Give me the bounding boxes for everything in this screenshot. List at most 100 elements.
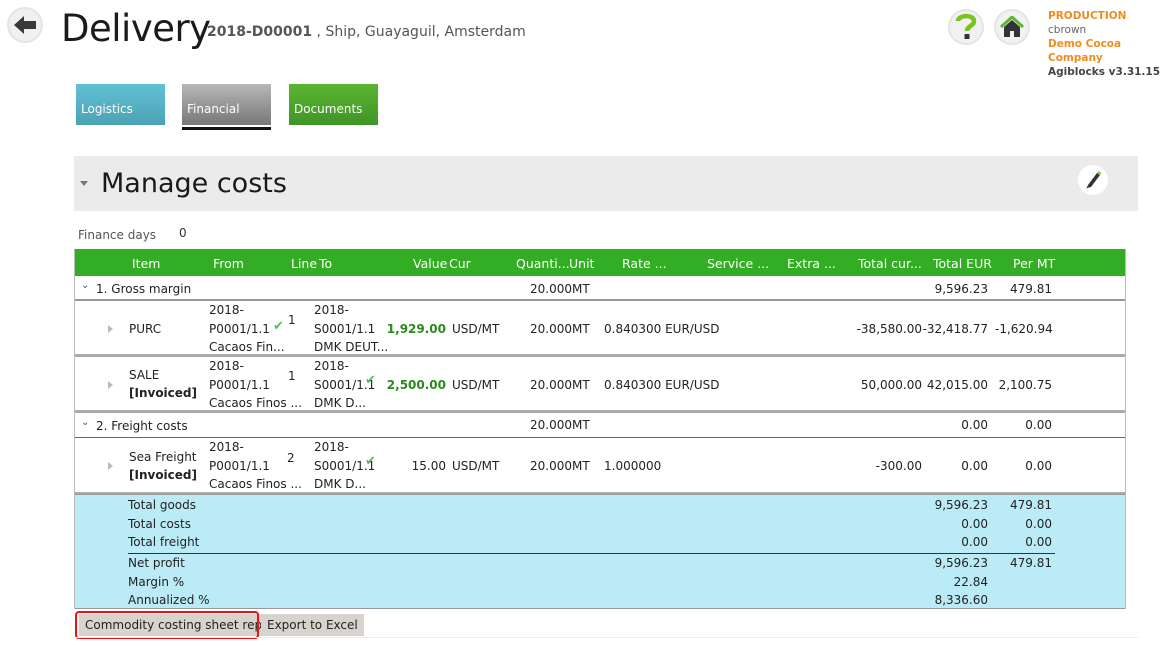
rate-cell: 0.840300 EUR/USD <box>604 322 720 336</box>
active-tab-indicator <box>182 127 271 130</box>
col-header-item[interactable]: Item <box>132 256 160 271</box>
total-eur-cell: 42,015.00 <box>926 378 988 392</box>
col-header-total-eur[interactable]: Total EUR <box>933 256 992 271</box>
tab-financial[interactable]: Financial <box>182 84 271 125</box>
value-cell[interactable]: 1,929.00 <box>375 322 446 336</box>
group-per-mt: 479.81 <box>1010 282 1052 296</box>
grid-header: Item From Line To Value Cur Quanti... Un… <box>75 249 1125 276</box>
table-row[interactable]: Sea Freight [Invoiced] 2018- P0001/1.1 C… <box>75 438 1125 494</box>
unit-cell: MT <box>572 459 590 473</box>
export-to-excel-button[interactable]: Export to Excel <box>261 614 364 636</box>
rate-cell: 0.840300 EUR/USD <box>604 378 720 392</box>
quantity-cell: 20.000 <box>530 322 572 336</box>
unit-cell: MT <box>572 378 590 392</box>
total-eur-cell: -32,418.77 <box>922 322 988 336</box>
from-party: Cacaos Finos ... <box>209 477 302 491</box>
rate-cell: 1.000000 <box>604 459 662 473</box>
annualized-value: 8,336.60 <box>934 593 988 607</box>
finance-days-label: Finance days <box>78 228 157 242</box>
environment-info: PRODUCTION cbrown Demo Cocoa Company Agi… <box>1048 9 1170 79</box>
group-per-mt: 0.00 <box>1025 418 1052 432</box>
from-cell[interactable]: 2018- P0001/1.1 Cacaos Finos ... <box>209 438 302 494</box>
col-header-total-cur[interactable]: Total cur... <box>858 256 922 271</box>
footer-divider <box>74 637 1138 638</box>
costs-grid: Item From Line To Value Cur Quanti... Un… <box>74 249 1126 609</box>
group-row[interactable]: ⌄ 1. Gross margin 20.000 MT 9,596.23 479… <box>75 276 1125 301</box>
tab-documents[interactable]: Documents <box>289 84 378 125</box>
from-year: 2018- <box>209 303 244 317</box>
delivery-subtitle: 2018-D00001 , Ship, Guayaguil, Amsterdam <box>207 24 526 40</box>
collapse-triangle-icon[interactable] <box>80 181 88 186</box>
line-number: 1 <box>288 313 296 327</box>
to-party: DMK DEUT... <box>314 340 389 354</box>
total-goods-label: Total goods <box>128 498 197 512</box>
home-button[interactable] <box>994 9 1030 45</box>
value-cell[interactable]: 15.00 <box>375 459 446 473</box>
section-title: Manage costs <box>101 168 287 199</box>
value-cell[interactable]: 2,500.00 <box>375 378 446 392</box>
expand-row-icon[interactable] <box>108 462 113 470</box>
expand-row-icon[interactable] <box>108 381 113 389</box>
edit-button[interactable] <box>1078 165 1108 195</box>
margin-label: Margin % <box>128 575 185 589</box>
col-header-from[interactable]: From <box>213 256 244 271</box>
net-profit-eur: 9,596.23 <box>934 556 988 570</box>
group-row[interactable]: ⌄ 2. Freight costs 20.000 MT 0.00 0.00 <box>75 413 1125 438</box>
to-party: DMK D... <box>314 477 366 491</box>
tab-logistics[interactable]: Logistics <box>76 84 165 125</box>
col-header-per-mt[interactable]: Per MT <box>1013 256 1055 271</box>
user-name: cbrown <box>1048 24 1087 36</box>
finance-days-value[interactable]: 0 <box>179 226 187 240</box>
from-cell[interactable]: 2018- P0001/1.1 Cacaos Finos ... <box>209 357 302 413</box>
help-button[interactable] <box>948 9 984 45</box>
currency-cell: USD/MT <box>452 459 500 473</box>
to-year: 2018- <box>314 303 349 317</box>
group-unit: MT <box>572 282 590 296</box>
net-profit-label: Net profit <box>128 556 185 570</box>
col-header-quantity[interactable]: Quanti... <box>516 256 570 271</box>
total-goods-eur: 9,596.23 <box>934 498 988 512</box>
quantity-cell: 20.000 <box>530 459 572 473</box>
currency-cell: USD/MT <box>452 378 500 392</box>
back-button[interactable] <box>7 7 43 43</box>
group-quantity: 20.000 <box>530 418 572 432</box>
total-freight-eur: 0.00 <box>961 535 988 549</box>
pencil-icon <box>1086 171 1102 189</box>
total-goods-per-mt: 479.81 <box>1010 498 1052 512</box>
col-header-line[interactable]: Line <box>291 256 317 271</box>
group-total-eur: 0.00 <box>961 418 988 432</box>
total-cur-cell: 50,000.00 <box>860 378 922 392</box>
app-version: Agiblocks v3.31.15 <box>1048 66 1161 78</box>
total-freight-per-mt: 0.00 <box>1025 535 1052 549</box>
total-costs-label: Total costs <box>128 517 191 531</box>
totals-divider <box>128 553 1055 554</box>
table-row[interactable]: SALE [Invoiced] 2018- P0001/1.1 Cacaos F… <box>75 357 1125 413</box>
col-header-service[interactable]: Service ... <box>707 256 769 271</box>
group-label: 1. Gross margin <box>96 282 192 296</box>
line-number: 1 <box>288 369 296 383</box>
chevron-down-icon[interactable]: ⌄ <box>81 417 89 428</box>
total-freight-label: Total freight <box>128 535 200 549</box>
arrow-left-icon <box>14 16 36 34</box>
delivery-id: 2018-D00001 <box>207 24 313 40</box>
col-header-extra[interactable]: Extra ... <box>787 256 836 271</box>
home-icon <box>1000 16 1024 37</box>
highlight-box <box>75 611 259 639</box>
item-name: PURC <box>129 322 162 336</box>
to-party: DMK D... <box>314 396 366 410</box>
total-costs-per-mt: 0.00 <box>1025 517 1052 531</box>
col-header-value[interactable]: Value <box>413 256 447 271</box>
col-header-unit[interactable]: Unit <box>569 256 594 271</box>
delivery-description: , Ship, Guayaguil, Amsterdam <box>312 24 526 40</box>
col-header-to[interactable]: To <box>319 256 332 271</box>
per-mt-cell: 0.00 <box>1025 459 1052 473</box>
expand-row-icon[interactable] <box>108 325 113 333</box>
total-costs-eur: 0.00 <box>961 517 988 531</box>
col-header-rate[interactable]: Rate ... <box>622 256 667 271</box>
col-header-cur[interactable]: Cur <box>449 256 471 271</box>
item-name: SALE <box>129 368 160 382</box>
chevron-down-icon[interactable]: ⌄ <box>81 280 89 291</box>
checkmark-icon: ✔ <box>273 319 284 334</box>
table-row[interactable]: PURC 2018- P0001/1.1 Cacaos Fin... ✔ 1 2… <box>75 301 1125 357</box>
annualized-label: Annualized % <box>128 593 210 607</box>
